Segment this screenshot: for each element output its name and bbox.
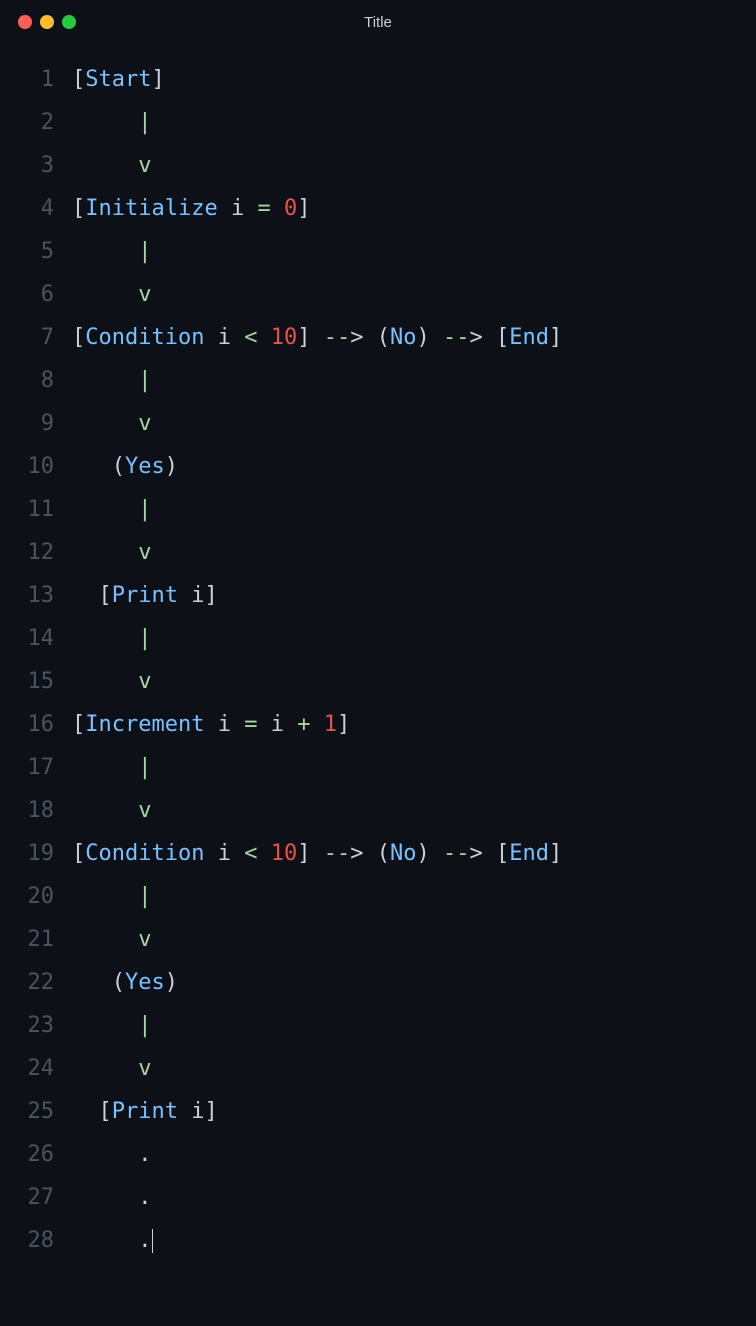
line-number: 15	[0, 660, 72, 703]
line-number: 6	[0, 273, 72, 316]
line-content[interactable]: v	[72, 144, 151, 187]
line-content[interactable]: [Print i]	[72, 574, 218, 617]
line-number: 28	[0, 1219, 72, 1262]
code-line[interactable]: 17 |	[0, 746, 756, 789]
code-line[interactable]: 19[Condition i < 10] --> (No) --> [End]	[0, 832, 756, 875]
line-content[interactable]: v	[72, 531, 151, 574]
line-content[interactable]: [Condition i < 10] --> (No) --> [End]	[72, 316, 562, 359]
code-line[interactable]: 27 .	[0, 1176, 756, 1219]
close-button[interactable]	[18, 15, 32, 29]
line-number: 17	[0, 746, 72, 789]
line-content[interactable]: v	[72, 789, 151, 832]
code-line[interactable]: 1[Start]	[0, 58, 756, 101]
line-number: 4	[0, 187, 72, 230]
line-content[interactable]: (Yes)	[72, 961, 178, 1004]
line-number: 20	[0, 875, 72, 918]
code-line[interactable]: 12 v	[0, 531, 756, 574]
code-line[interactable]: 2 |	[0, 101, 756, 144]
line-number: 19	[0, 832, 72, 875]
line-number: 1	[0, 58, 72, 101]
line-content[interactable]: |	[72, 488, 151, 531]
code-line[interactable]: 25 [Print i]	[0, 1090, 756, 1133]
line-number: 21	[0, 918, 72, 961]
line-content[interactable]: |	[72, 101, 151, 144]
editor-window: Title 1[Start]2 |3 v4[Initialize i = 0]5…	[0, 0, 756, 1326]
line-number: 10	[0, 445, 72, 488]
line-number: 3	[0, 144, 72, 187]
minimize-button[interactable]	[40, 15, 54, 29]
code-line[interactable]: 5 |	[0, 230, 756, 273]
line-number: 5	[0, 230, 72, 273]
code-line[interactable]: 22 (Yes)	[0, 961, 756, 1004]
code-line[interactable]: 7[Condition i < 10] --> (No) --> [End]	[0, 316, 756, 359]
titlebar: Title	[0, 0, 756, 44]
line-content[interactable]: |	[72, 230, 151, 273]
line-content[interactable]: [Condition i < 10] --> (No) --> [End]	[72, 832, 562, 875]
line-number: 13	[0, 574, 72, 617]
line-number: 26	[0, 1133, 72, 1176]
traffic-lights	[18, 15, 76, 29]
code-line[interactable]: 14 |	[0, 617, 756, 660]
line-content[interactable]: |	[72, 359, 151, 402]
maximize-button[interactable]	[62, 15, 76, 29]
line-content[interactable]: |	[72, 1004, 151, 1047]
code-editor[interactable]: 1[Start]2 |3 v4[Initialize i = 0]5 |6 v7…	[0, 44, 756, 1262]
line-content[interactable]: (Yes)	[72, 445, 178, 488]
line-content[interactable]: [Increment i = i + 1]	[72, 703, 350, 746]
code-line[interactable]: 15 v	[0, 660, 756, 703]
line-content[interactable]: .	[72, 1133, 151, 1176]
line-content[interactable]: .	[72, 1176, 151, 1219]
line-content[interactable]: .	[72, 1219, 153, 1262]
line-number: 25	[0, 1090, 72, 1133]
code-line[interactable]: 26 .	[0, 1133, 756, 1176]
line-content[interactable]: [Initialize i = 0]	[72, 187, 310, 230]
line-number: 14	[0, 617, 72, 660]
line-content[interactable]: |	[72, 875, 151, 918]
line-content[interactable]: v	[72, 1047, 151, 1090]
code-line[interactable]: 20 |	[0, 875, 756, 918]
line-content[interactable]: v	[72, 660, 151, 703]
code-line[interactable]: 8 |	[0, 359, 756, 402]
code-line[interactable]: 11 |	[0, 488, 756, 531]
line-number: 22	[0, 961, 72, 1004]
line-content[interactable]: v	[72, 402, 151, 445]
line-number: 23	[0, 1004, 72, 1047]
line-content[interactable]: |	[72, 617, 151, 660]
line-number: 11	[0, 488, 72, 531]
code-line[interactable]: 18 v	[0, 789, 756, 832]
code-line[interactable]: 4[Initialize i = 0]	[0, 187, 756, 230]
line-number: 16	[0, 703, 72, 746]
code-line[interactable]: 23 |	[0, 1004, 756, 1047]
line-number: 24	[0, 1047, 72, 1090]
line-content[interactable]: v	[72, 273, 151, 316]
code-line[interactable]: 6 v	[0, 273, 756, 316]
line-number: 8	[0, 359, 72, 402]
code-line[interactable]: 3 v	[0, 144, 756, 187]
code-line[interactable]: 24 v	[0, 1047, 756, 1090]
code-line[interactable]: 9 v	[0, 402, 756, 445]
line-number: 7	[0, 316, 72, 359]
line-content[interactable]: [Print i]	[72, 1090, 218, 1133]
line-number: 12	[0, 531, 72, 574]
text-cursor	[152, 1229, 153, 1253]
line-content[interactable]: |	[72, 746, 151, 789]
code-line[interactable]: 16[Increment i = i + 1]	[0, 703, 756, 746]
line-number: 2	[0, 101, 72, 144]
line-number: 18	[0, 789, 72, 832]
code-line[interactable]: 10 (Yes)	[0, 445, 756, 488]
line-content[interactable]: v	[72, 918, 151, 961]
line-number: 9	[0, 402, 72, 445]
line-content[interactable]: [Start]	[72, 58, 165, 101]
code-line[interactable]: 21 v	[0, 918, 756, 961]
code-line[interactable]: 28 .	[0, 1219, 756, 1262]
code-line[interactable]: 13 [Print i]	[0, 574, 756, 617]
window-title: Title	[364, 14, 392, 31]
line-number: 27	[0, 1176, 72, 1219]
